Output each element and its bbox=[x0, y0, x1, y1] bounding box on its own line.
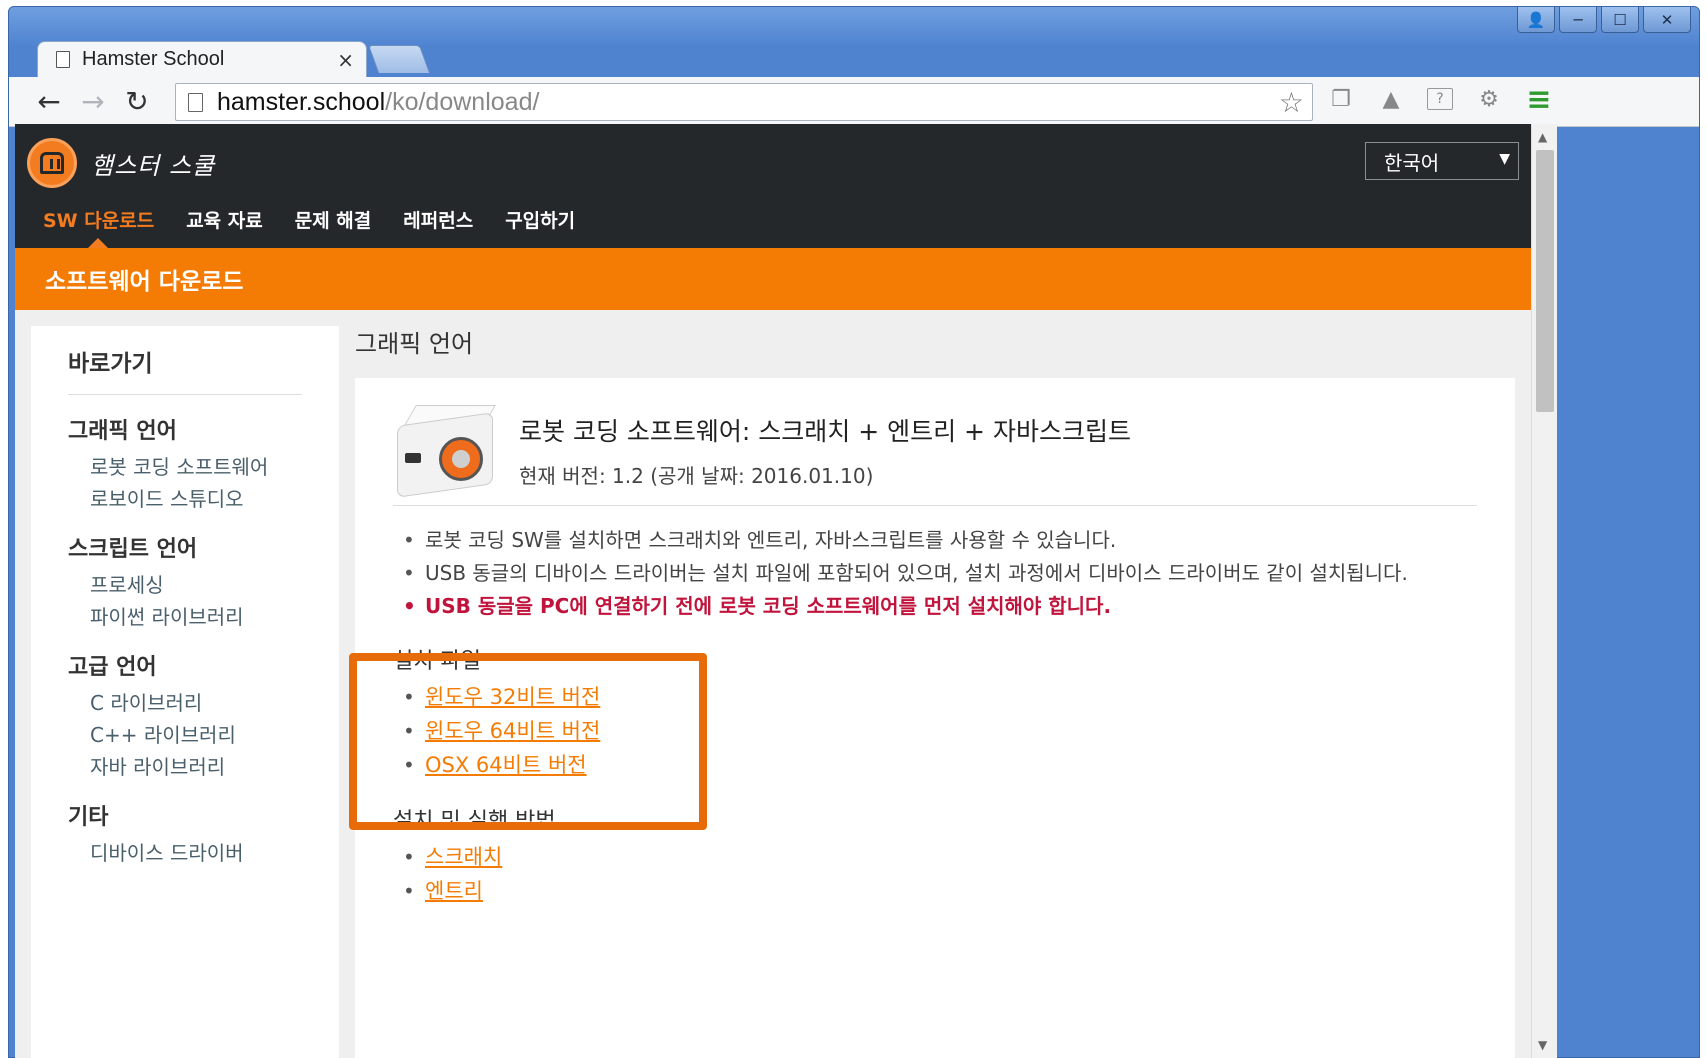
sidebar-group-graphic: 그래픽 언어 로봇 코딩 소프트웨어 로보이드 스튜디오 bbox=[68, 413, 339, 515]
product-header: 로봇 코딩 소프트웨어: 스크래치 + 엔트리 + 자바스크립트 현재 버전: … bbox=[393, 378, 1477, 506]
help-icon[interactable]: ? bbox=[1427, 88, 1453, 110]
user-icon[interactable]: 👤 bbox=[1517, 7, 1555, 33]
page-info-icon[interactable] bbox=[188, 92, 203, 112]
maximize-button[interactable]: ☐ bbox=[1601, 7, 1639, 33]
nav-sw-download[interactable]: SW 다운로드 bbox=[43, 206, 154, 233]
sidebar-group-title: 스크립트 언어 bbox=[68, 537, 198, 562]
sidebar-group-title: 기타 bbox=[68, 805, 109, 830]
gears-icon[interactable]: ⚙ bbox=[1475, 85, 1503, 113]
page-title: 소프트웨어 다운로드 bbox=[45, 269, 244, 295]
chevron-down-icon: ▼ bbox=[1499, 151, 1510, 167]
list-item: 윈도우 32비트 버전 bbox=[393, 681, 1477, 715]
language-value: 한국어 bbox=[1384, 150, 1440, 175]
nav-education[interactable]: 교육 자료 bbox=[186, 206, 263, 233]
address-bar[interactable]: hamster.school/ko/download/ ☆ bbox=[175, 83, 1313, 121]
section-heading: 그래픽 언어 bbox=[355, 330, 474, 358]
site-header: 햄스터 스쿨 한국어 ▼ SW 다운로드 교육 자료 문제 해결 레퍼런스 구입… bbox=[15, 124, 1531, 249]
download-win32-link[interactable]: 윈도우 32비트 버전 bbox=[425, 685, 600, 709]
scratch-link[interactable]: 스크래치 bbox=[425, 845, 502, 869]
language-select[interactable]: 한국어 ▼ bbox=[1365, 142, 1519, 180]
sidebar-link-device-driver[interactable]: 디바이스 드라이버 bbox=[68, 837, 339, 869]
scroll-down-icon[interactable]: ▼ bbox=[1538, 1038, 1547, 1052]
sidebar-link-roboid-studio[interactable]: 로보이드 스튜디오 bbox=[68, 483, 339, 515]
list-item: 윈도우 64비트 버전 bbox=[393, 715, 1477, 749]
copy-icon[interactable]: ❐ bbox=[1327, 85, 1355, 113]
tab-strip: Hamster School × bbox=[9, 33, 1699, 77]
sidebar-link-robot-coding[interactable]: 로봇 코딩 소프트웨어 bbox=[68, 451, 339, 483]
main-nav: SW 다운로드 교육 자료 문제 해결 레퍼런스 구입하기 bbox=[43, 206, 575, 233]
tab-hamster-school[interactable]: Hamster School × bbox=[37, 41, 367, 77]
menu-icon[interactable]: ≡ bbox=[1525, 82, 1553, 117]
logo-text: 햄스터 스쿨 bbox=[91, 151, 216, 180]
entry-link[interactable]: 엔트리 bbox=[425, 879, 483, 903]
sidebar-divider bbox=[68, 394, 302, 395]
nav-purchase[interactable]: 구입하기 bbox=[505, 206, 575, 233]
list-item: 스크래치 bbox=[393, 841, 1477, 875]
sidebar-link-c[interactable]: C 라이브러리 bbox=[68, 687, 339, 719]
info-list: 로봇 코딩 SW를 설치하면 스크래치와 엔트리, 자바스크립트를 사용할 수 … bbox=[393, 524, 1477, 623]
sidebar-group-title: 그래픽 언어 bbox=[68, 419, 177, 444]
forward-icon[interactable]: → bbox=[71, 87, 115, 116]
browser-toolbar: ← → ↻ hamster.school/ko/download/ ☆ ❐ ▲ … bbox=[9, 77, 1699, 127]
close-window-button[interactable]: ✕ bbox=[1643, 7, 1691, 33]
bookmark-star-icon[interactable]: ☆ bbox=[1279, 86, 1304, 119]
sidebar: 바로가기 그래픽 언어 로봇 코딩 소프트웨어 로보이드 스튜디오 스크립트 언… bbox=[31, 326, 339, 1058]
drive-icon[interactable]: ▲ bbox=[1377, 85, 1405, 113]
list-item: USB 동글의 디바이스 드라이버는 설치 파일에 포함되어 있으며, 설치 과… bbox=[393, 557, 1483, 590]
sidebar-link-processing[interactable]: 프로세싱 bbox=[68, 569, 339, 601]
sidebar-group-etc: 기타 디바이스 드라이버 bbox=[68, 799, 339, 869]
howto-title: 설치 및 실행 방법 bbox=[393, 809, 556, 834]
nav-reference[interactable]: 레퍼런스 bbox=[403, 206, 473, 233]
scroll-up-icon[interactable]: ▲ bbox=[1538, 130, 1547, 144]
page-icon bbox=[56, 51, 70, 68]
sidebar-group-advanced: 고급 언어 C 라이브러리 C++ 라이브러리 자바 라이브러리 bbox=[68, 649, 339, 783]
sidebar-title: 바로가기 bbox=[68, 351, 153, 377]
sidebar-group-script: 스크립트 언어 프로세싱 파이썬 라이브러리 bbox=[68, 531, 339, 633]
sidebar-group-title: 고급 언어 bbox=[68, 655, 157, 680]
hamster-logo-icon bbox=[27, 138, 77, 188]
install-links: 윈도우 32비트 버전 윈도우 64비트 버전 OSX 64비트 버전 bbox=[393, 681, 1477, 783]
warning-item: USB 동글을 PC에 연결하기 전에 로봇 코딩 소프트웨어를 먼저 설치해야… bbox=[393, 590, 1483, 623]
reload-icon[interactable]: ↻ bbox=[115, 87, 159, 116]
download-win64-link[interactable]: 윈도우 64비트 버전 bbox=[425, 719, 600, 743]
window-controls: 👤 ─ ☐ ✕ bbox=[1517, 7, 1691, 33]
product-card: 로봇 코딩 소프트웨어: 스크래치 + 엔트리 + 자바스크립트 현재 버전: … bbox=[355, 378, 1515, 1058]
page-banner: 소프트웨어 다운로드 bbox=[15, 248, 1531, 310]
list-item: OSX 64비트 버전 bbox=[393, 749, 1477, 783]
back-icon[interactable]: ← bbox=[27, 87, 71, 116]
sidebar-link-python[interactable]: 파이썬 라이브러리 bbox=[68, 601, 339, 633]
product-version: 현재 버전: 1.2 (공개 날짜: 2016.01.10) bbox=[519, 464, 874, 488]
list-item: 로봇 코딩 SW를 설치하면 스크래치와 엔트리, 자바스크립트를 사용할 수 … bbox=[393, 524, 1483, 557]
minimize-button[interactable]: ─ bbox=[1559, 7, 1597, 33]
scroll-thumb[interactable] bbox=[1536, 150, 1554, 412]
extension-icons: ❐ ▲ ? ⚙ ≡ bbox=[1327, 82, 1553, 117]
list-item: 엔트리 bbox=[393, 875, 1477, 909]
tab-title: Hamster School bbox=[82, 48, 225, 70]
robot-image bbox=[393, 401, 501, 501]
nav-troubleshooting[interactable]: 문제 해결 bbox=[295, 206, 372, 233]
url-host: hamster.school bbox=[217, 87, 386, 116]
sidebar-link-java[interactable]: 자바 라이브러리 bbox=[68, 751, 339, 783]
product-text: 로봇 코딩 소프트웨어: 스크래치 + 엔트리 + 자바스크립트 현재 버전: … bbox=[519, 412, 1131, 489]
site-logo[interactable]: 햄스터 스쿨 bbox=[27, 138, 215, 188]
vertical-scrollbar[interactable]: ▲ ▼ bbox=[1531, 124, 1557, 1058]
download-osx64-link[interactable]: OSX 64비트 버전 bbox=[425, 753, 587, 777]
url-path: /ko/download/ bbox=[385, 87, 540, 116]
page-viewport: 햄스터 스쿨 한국어 ▼ SW 다운로드 교육 자료 문제 해결 레퍼런스 구입… bbox=[15, 124, 1531, 1058]
install-files-title: 설치 파일 bbox=[393, 649, 481, 674]
close-tab-icon[interactable]: × bbox=[337, 48, 354, 72]
new-tab-button[interactable] bbox=[367, 45, 431, 73]
howto-links: 스크래치 엔트리 bbox=[393, 841, 1477, 909]
sidebar-link-cpp[interactable]: C++ 라이브러리 bbox=[68, 719, 339, 751]
product-title: 로봇 코딩 소프트웨어: 스크래치 + 엔트리 + 자바스크립트 bbox=[519, 417, 1131, 446]
